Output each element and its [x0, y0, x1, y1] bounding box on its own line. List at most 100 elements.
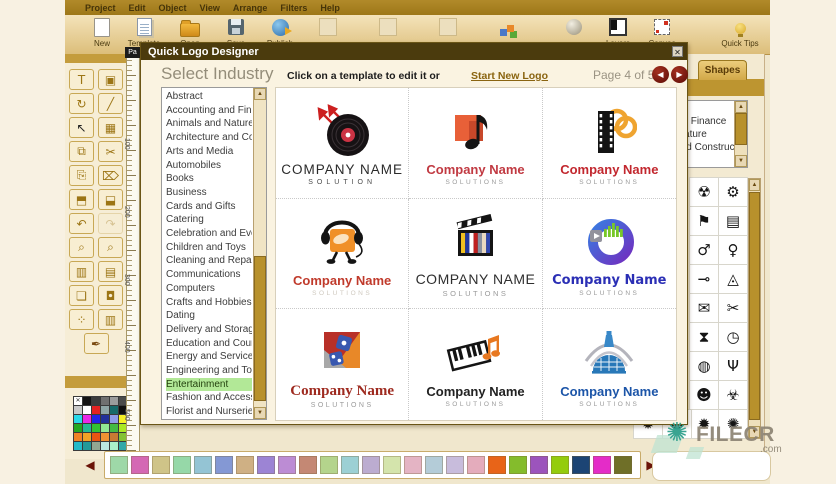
badge-icon[interactable]: ◬ [718, 264, 748, 294]
needle-icon[interactable]: ⊸ [689, 264, 719, 294]
next-page-button[interactable] [671, 66, 688, 83]
palette-color[interactable] [74, 397, 82, 405]
palette-color[interactable] [101, 433, 109, 441]
industry-item[interactable]: Entertainment [166, 377, 252, 392]
zoom-out-tool[interactable]: ⌕ [98, 237, 123, 258]
industry-item[interactable]: Dating [166, 309, 252, 323]
palette-color[interactable] [101, 442, 109, 450]
color-swatch[interactable] [257, 456, 275, 474]
industry-item[interactable]: Accounting and Finance [166, 104, 252, 118]
text-tool[interactable]: T [69, 69, 94, 90]
industry-item[interactable]: Fashion and Accessories [166, 391, 252, 405]
color-swatch[interactable] [299, 456, 317, 474]
scroll-up-button[interactable]: ▲ [735, 101, 747, 113]
rotate-tool[interactable]: ↻ [69, 93, 94, 114]
color-swatch[interactable] [593, 456, 611, 474]
flag-icon[interactable]: ⚑ [689, 206, 719, 236]
industry-item[interactable]: Abstract [166, 90, 252, 104]
male-icon[interactable]: ♂ [689, 235, 719, 265]
gear-icon[interactable]: ⚙ [718, 177, 748, 207]
clock-icon[interactable]: ◷ [718, 322, 748, 352]
palette-color[interactable] [92, 442, 100, 450]
template-card-vinyl[interactable]: COMPANY NAME SOLUTION [276, 88, 410, 199]
color-swatch[interactable] [509, 456, 527, 474]
color-swatch[interactable] [530, 456, 548, 474]
color-swatch[interactable] [362, 456, 380, 474]
starburst-icon[interactable]: ✹ [689, 409, 719, 439]
quick-tips-button[interactable]: Quick Tips [717, 17, 763, 53]
industry-item[interactable]: Arts and Media [166, 145, 252, 159]
template-card-clapperboard[interactable]: COMPANY NAME SOLUTIONS [409, 198, 543, 310]
female-icon[interactable]: ♀ [718, 235, 748, 265]
insert-image-tool[interactable]: ▣ [98, 69, 123, 90]
template-card-dome[interactable]: Company Name SOLUTIONS [543, 309, 676, 420]
zoom-in-tool[interactable]: ⌕ [69, 237, 94, 258]
palette-color[interactable] [92, 397, 100, 405]
template-card-media-ring[interactable]: Company Name SOLUTIONS [542, 199, 676, 310]
palette-color[interactable] [110, 397, 118, 405]
palette-color[interactable] [110, 406, 118, 414]
color-swatch[interactable] [383, 456, 401, 474]
palette-color[interactable] [101, 406, 109, 414]
template-card-music-note[interactable]: Company Name SOLUTIONS [409, 88, 543, 199]
menu-item[interactable]: Filters [280, 3, 307, 13]
color-picker-tool[interactable]: ✒ [83, 333, 109, 354]
scroll-down-button[interactable]: ▼ [749, 426, 760, 438]
palette-color[interactable] [92, 433, 100, 441]
line-tool[interactable]: ╱ [98, 93, 123, 114]
man-figure-icon[interactable]: Ψ [718, 351, 748, 381]
tab-shapes[interactable]: Shapes [698, 60, 747, 80]
delete-tool[interactable]: ⌦ [98, 165, 123, 186]
industry-item[interactable]: Architecture and Construction [166, 131, 252, 145]
menu-item[interactable]: Project [85, 3, 116, 13]
industry-item[interactable]: Education and Counseling [166, 337, 252, 351]
swatch-scroll-left-button[interactable] [84, 458, 96, 472]
woman-figure-icon[interactable]: ⧗ [689, 322, 719, 352]
palette-color[interactable] [110, 433, 118, 441]
palette-color[interactable] [101, 397, 109, 405]
group-tool[interactable]: ❏ [69, 285, 94, 306]
palette-color[interactable] [83, 433, 91, 441]
palette-color[interactable] [110, 415, 118, 423]
previous-page-button[interactable] [652, 66, 669, 83]
palette-color[interactable] [110, 424, 118, 432]
industry-item[interactable]: Animals and Nature [166, 117, 252, 131]
send-backward-tool[interactable]: ⬓ [98, 189, 123, 210]
scrollbar-thumb[interactable] [735, 113, 747, 145]
scroll-down-button[interactable]: ▼ [254, 407, 266, 419]
redo-tool[interactable]: ↷ [98, 213, 123, 234]
align-vertical-tool[interactable]: ▤ [98, 261, 123, 282]
industry-item[interactable]: Children and Toys [166, 241, 252, 255]
color-swatch[interactable] [236, 456, 254, 474]
color-swatch[interactable] [278, 456, 296, 474]
industry-item[interactable]: Communications [166, 268, 252, 282]
template-card-piano[interactable]: Company Name SOLUTIONS [409, 309, 543, 420]
color-swatch[interactable] [404, 456, 422, 474]
scrollbar-thumb[interactable] [254, 256, 266, 401]
color-swatch[interactable] [425, 456, 443, 474]
palette-color[interactable] [83, 415, 91, 423]
industry-item[interactable]: Automobiles [166, 159, 252, 173]
scroll-up-button[interactable]: ▲ [254, 88, 266, 100]
scrollbar-thumb[interactable] [749, 192, 760, 420]
palette-color[interactable] [110, 442, 118, 450]
color-swatch[interactable] [152, 456, 170, 474]
template-card-dice[interactable]: Company Name SOLUTIONS [276, 309, 410, 420]
palette-color[interactable] [74, 406, 82, 414]
industry-item[interactable]: Florist and Nurseries [166, 405, 252, 419]
post-horn-icon[interactable]: ✉ [689, 293, 719, 323]
palette-color[interactable] [74, 433, 82, 441]
palette-color[interactable] [101, 415, 109, 423]
industry-item[interactable]: Celebration and Events [166, 227, 252, 241]
color-swatch[interactable] [446, 456, 464, 474]
start-new-logo-link[interactable]: Start New Logo [471, 70, 548, 82]
industry-item[interactable]: Delivery and Storage [166, 323, 252, 337]
palette-color[interactable] [74, 442, 82, 450]
cut-tool[interactable]: ✂ [98, 141, 123, 162]
color-swatch[interactable] [488, 456, 506, 474]
palette-color[interactable] [92, 415, 100, 423]
press-icon[interactable]: ▤ [718, 206, 748, 236]
palette-color[interactable] [83, 397, 91, 405]
distribute-tool[interactable]: ⁘ [69, 309, 94, 330]
template-card-filmstrip[interactable]: Company Name SOLUTIONS [542, 88, 676, 199]
